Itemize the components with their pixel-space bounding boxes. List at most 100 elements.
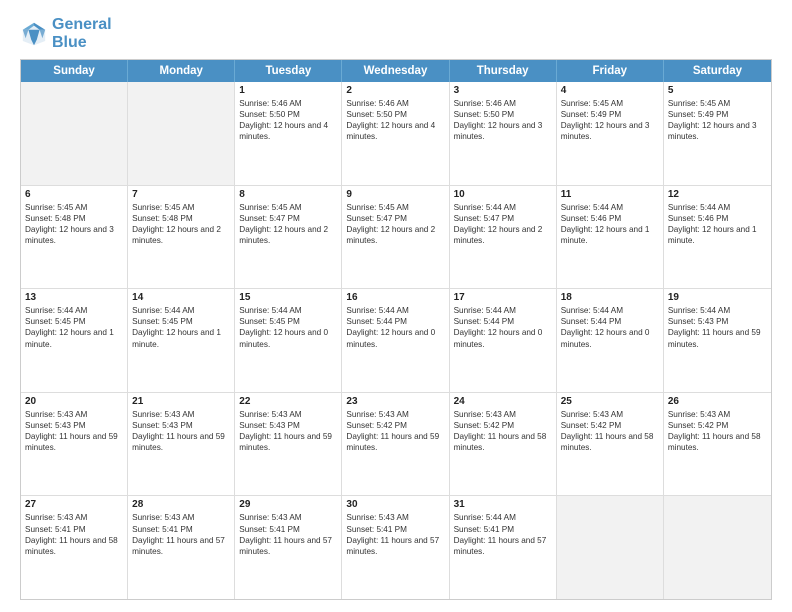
- cell-info: Sunrise: 5:43 AM Sunset: 5:43 PM Dayligh…: [239, 409, 337, 453]
- cell-info: Sunrise: 5:45 AM Sunset: 5:48 PM Dayligh…: [132, 202, 230, 246]
- header-day-wednesday: Wednesday: [342, 60, 449, 82]
- day-number: 9: [346, 189, 444, 200]
- logo: General Blue: [20, 16, 112, 51]
- cell-info: Sunrise: 5:45 AM Sunset: 5:49 PM Dayligh…: [561, 98, 659, 142]
- cell-info: Sunrise: 5:43 AM Sunset: 5:41 PM Dayligh…: [346, 512, 444, 556]
- calendar-cell-16: 16 Sunrise: 5:44 AM Sunset: 5:44 PM Dayli…: [342, 289, 449, 392]
- day-number: 29: [239, 499, 337, 510]
- cell-info: Sunrise: 5:46 AM Sunset: 5:50 PM Dayligh…: [454, 98, 552, 142]
- cell-info: Sunrise: 5:43 AM Sunset: 5:43 PM Dayligh…: [25, 409, 123, 453]
- cell-info: Sunrise: 5:45 AM Sunset: 5:48 PM Dayligh…: [25, 202, 123, 246]
- cell-info: Sunrise: 5:43 AM Sunset: 5:41 PM Dayligh…: [239, 512, 337, 556]
- calendar: SundayMondayTuesdayWednesdayThursdayFrid…: [20, 59, 772, 600]
- calendar-cell-31: 31 Sunrise: 5:44 AM Sunset: 5:41 PM Dayli…: [450, 496, 557, 599]
- calendar-cell-7: 7 Sunrise: 5:45 AM Sunset: 5:48 PM Daylig…: [128, 186, 235, 289]
- calendar-cell-26: 26Sunrise: 5:43 AM Sunset: 5:42 PM Dayli…: [664, 393, 771, 496]
- day-number: 24: [454, 396, 552, 407]
- calendar-cell-25: 25 Sunrise: 5:43 AM Sunset: 5:42 PM Dayli…: [557, 393, 664, 496]
- calendar-cell-20: 20 Sunrise: 5:43 AM Sunset: 5:43 PM Dayli…: [21, 393, 128, 496]
- cell-info: Sunrise: 5:43 AM Sunset: 5:42 PM Dayligh…: [561, 409, 659, 453]
- header: General Blue: [20, 16, 772, 51]
- calendar-cell-empty: [128, 82, 235, 185]
- day-number: 17: [454, 292, 552, 303]
- calendar-cell-4: 4 Sunrise: 5:45 AM Sunset: 5:49 PM Daylig…: [557, 82, 664, 185]
- day-number: 8: [239, 189, 337, 200]
- calendar-cell-28: 28Sunrise: 5:43 AM Sunset: 5:41 PM Dayli…: [128, 496, 235, 599]
- calendar-row-2: 13 Sunrise: 5:44 AM Sunset: 5:45 PM Dayli…: [21, 288, 771, 392]
- calendar-cell-9: 9 Sunrise: 5:45 AM Sunset: 5:47 PM Daylig…: [342, 186, 449, 289]
- day-number: 22: [239, 396, 337, 407]
- cell-info: Sunrise: 5:44 AM Sunset: 5:46 PM Dayligh…: [668, 202, 767, 246]
- calendar-cell-18: 18 Sunrise: 5:44 AM Sunset: 5:44 PM Dayli…: [557, 289, 664, 392]
- calendar-cell-29: 29 Sunrise: 5:43 AM Sunset: 5:41 PM Dayli…: [235, 496, 342, 599]
- day-number: 7: [132, 189, 230, 200]
- calendar-cell-23: 23 Sunrise: 5:43 AM Sunset: 5:42 PM Dayli…: [342, 393, 449, 496]
- day-number: 12: [668, 189, 767, 200]
- day-number: 4: [561, 85, 659, 96]
- header-day-thursday: Thursday: [450, 60, 557, 82]
- cell-info: Sunrise: 5:44 AM Sunset: 5:44 PM Dayligh…: [454, 305, 552, 349]
- calendar-cell-2: 2 Sunrise: 5:46 AM Sunset: 5:50 PM Daylig…: [342, 82, 449, 185]
- header-day-friday: Friday: [557, 60, 664, 82]
- calendar-cell-22: 22 Sunrise: 5:43 AM Sunset: 5:43 PM Dayli…: [235, 393, 342, 496]
- cell-info: Sunrise: 5:45 AM Sunset: 5:49 PM Dayligh…: [668, 98, 767, 142]
- day-number: 28: [132, 499, 230, 510]
- calendar-cell-5: 5 Sunrise: 5:45 AM Sunset: 5:49 PM Daylig…: [664, 82, 771, 185]
- header-day-sunday: Sunday: [21, 60, 128, 82]
- logo-icon: [20, 20, 48, 48]
- calendar-cell-27: 27 Sunrise: 5:43 AM Sunset: 5:41 PM Dayli…: [21, 496, 128, 599]
- calendar-cell-3: 3 Sunrise: 5:46 AM Sunset: 5:50 PM Daylig…: [450, 82, 557, 185]
- calendar-cell-10: 10 Sunrise: 5:44 AM Sunset: 5:47 PM Dayli…: [450, 186, 557, 289]
- page: General Blue SundayMondayTuesdayWednesda…: [0, 0, 792, 612]
- cell-info: Sunrise: 5:46 AM Sunset: 5:50 PM Dayligh…: [346, 98, 444, 142]
- day-number: 25: [561, 396, 659, 407]
- header-day-monday: Monday: [128, 60, 235, 82]
- day-number: 11: [561, 189, 659, 200]
- day-number: 3: [454, 85, 552, 96]
- cell-info: Sunrise: 5:43 AM Sunset: 5:42 PM Dayligh…: [454, 409, 552, 453]
- header-day-tuesday: Tuesday: [235, 60, 342, 82]
- day-number: 30: [346, 499, 444, 510]
- calendar-cell-24: 24 Sunrise: 5:43 AM Sunset: 5:42 PM Dayli…: [450, 393, 557, 496]
- calendar-cell-12: 12 Sunrise: 5:44 AM Sunset: 5:46 PM Dayli…: [664, 186, 771, 289]
- calendar-cell-empty: [557, 496, 664, 599]
- calendar-body: 1 Sunrise: 5:46 AM Sunset: 5:50 PM Daylig…: [21, 82, 771, 599]
- calendar-row-3: 20 Sunrise: 5:43 AM Sunset: 5:43 PM Dayli…: [21, 392, 771, 496]
- cell-info: Sunrise: 5:44 AM Sunset: 5:45 PM Dayligh…: [25, 305, 123, 349]
- cell-info: Sunrise: 5:43 AM Sunset: 5:41 PM Dayligh…: [25, 512, 123, 556]
- day-number: 2: [346, 85, 444, 96]
- day-number: 26: [668, 396, 767, 407]
- calendar-cell-1: 1Sunrise: 5:46 AM Sunset: 5:50 PM Daylig…: [235, 82, 342, 185]
- day-number: 16: [346, 292, 444, 303]
- calendar-row-0: 1 Sunrise: 5:46 AM Sunset: 5:50 PM Daylig…: [21, 82, 771, 185]
- day-number: 13: [25, 292, 123, 303]
- day-number: 10: [454, 189, 552, 200]
- header-day-saturday: Saturday: [664, 60, 771, 82]
- day-number: 20: [25, 396, 123, 407]
- day-number: 6: [25, 189, 123, 200]
- calendar-cell-empty: [664, 496, 771, 599]
- cell-info: Sunrise: 5:44 AM Sunset: 5:44 PM Dayligh…: [346, 305, 444, 349]
- calendar-cell-14: 14Sunrise: 5:44 AM Sunset: 5:45 PM Dayli…: [128, 289, 235, 392]
- cell-info: Sunrise: 5:44 AM Sunset: 5:44 PM Dayligh…: [561, 305, 659, 349]
- calendar-cell-17: 17 Sunrise: 5:44 AM Sunset: 5:44 PM Dayli…: [450, 289, 557, 392]
- day-number: 31: [454, 499, 552, 510]
- calendar-header: SundayMondayTuesdayWednesdayThursdayFrid…: [21, 60, 771, 82]
- calendar-cell-30: 30 Sunrise: 5:43 AM Sunset: 5:41 PM Dayli…: [342, 496, 449, 599]
- calendar-cell-13: 13 Sunrise: 5:44 AM Sunset: 5:45 PM Dayli…: [21, 289, 128, 392]
- calendar-cell-8: 8Sunrise: 5:45 AM Sunset: 5:47 PM Daylig…: [235, 186, 342, 289]
- day-number: 27: [25, 499, 123, 510]
- cell-info: Sunrise: 5:44 AM Sunset: 5:41 PM Dayligh…: [454, 512, 552, 556]
- cell-info: Sunrise: 5:44 AM Sunset: 5:46 PM Dayligh…: [561, 202, 659, 246]
- day-number: 5: [668, 85, 767, 96]
- cell-info: Sunrise: 5:44 AM Sunset: 5:47 PM Dayligh…: [454, 202, 552, 246]
- calendar-cell-empty: [21, 82, 128, 185]
- day-number: 18: [561, 292, 659, 303]
- calendar-row-1: 6 Sunrise: 5:45 AM Sunset: 5:48 PM Daylig…: [21, 185, 771, 289]
- day-number: 19: [668, 292, 767, 303]
- cell-info: Sunrise: 5:43 AM Sunset: 5:42 PM Dayligh…: [346, 409, 444, 453]
- day-number: 23: [346, 396, 444, 407]
- calendar-cell-15: 15Sunrise: 5:44 AM Sunset: 5:45 PM Dayli…: [235, 289, 342, 392]
- day-number: 1: [239, 85, 337, 96]
- cell-info: Sunrise: 5:45 AM Sunset: 5:47 PM Dayligh…: [346, 202, 444, 246]
